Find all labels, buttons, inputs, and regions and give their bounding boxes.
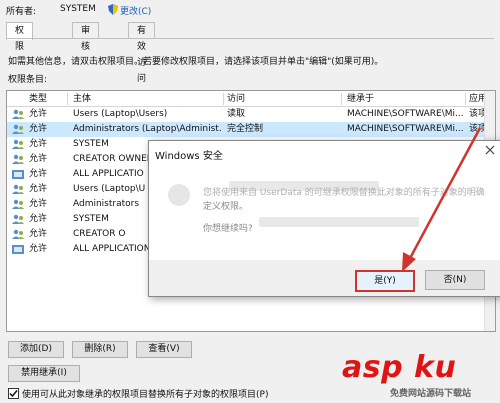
cell-type: 允许 [29, 124, 48, 134]
dialog-footer: 是(Y) 否(N) [149, 260, 500, 296]
user-group-icon [12, 229, 24, 239]
cell-principal: Users (Laptop\Users) [73, 109, 168, 119]
cell-type: 允许 [29, 229, 48, 239]
checkmark-icon [9, 390, 18, 398]
cell-type: 允许 [29, 109, 48, 119]
info-shield-icon [168, 184, 190, 206]
cell-principal: Administrators [73, 199, 140, 209]
cell-type: 允许 [29, 244, 48, 254]
cell-type: 允许 [29, 214, 48, 224]
cell-type: 允许 [29, 139, 48, 149]
blurred-text [259, 217, 419, 227]
yes-button[interactable]: 是(Y) [355, 270, 415, 292]
user-group-icon [12, 199, 24, 209]
table-header: 类型 主体 访问 继承于 应用于 [7, 91, 495, 107]
user-group-icon [12, 154, 24, 164]
replace-child-permissions-label: 使用可从此对象继承的权限项目替换所有子对象的权限项目(P) [22, 390, 269, 400]
dialog-message-line3: 你想继续吗? [203, 224, 253, 234]
uac-shield-icon [108, 4, 118, 15]
tab-auditing[interactable]: 审核 [72, 22, 100, 52]
info-text: 如需其他信息，请双击权限项目。若要修改权限项目，请选择该项目并单击"编辑"(如果… [8, 57, 384, 67]
column-header-access[interactable]: 访问 [223, 93, 342, 105]
owner-label: 所有者: [6, 7, 37, 17]
tab-effective-access[interactable]: 有效访问 [128, 22, 156, 84]
cell-principal: SYSTEM [73, 214, 109, 224]
cell-access: 完全控制 [227, 124, 264, 134]
no-button[interactable]: 否(N) [425, 270, 485, 290]
cell-type: 允许 [29, 169, 48, 179]
owner-value: SYSTEM [60, 4, 96, 14]
cell-principal: ALL APPLICATION [73, 244, 151, 254]
cell-type: 允许 [29, 184, 48, 194]
column-header-type[interactable]: 类型 [25, 93, 68, 105]
user-group-icon [12, 124, 24, 134]
app-package-icon [12, 170, 24, 179]
disable-inheritance-button[interactable]: 禁用继承(I) [8, 365, 80, 382]
dialog-message-line1: 您将使用来自 UserData 的可继承权限替换此对象的所有子对象的明确 [203, 188, 485, 198]
watermark-subtitle: 免费网站源码下载站 [390, 389, 472, 399]
user-group-icon [12, 184, 24, 194]
cell-type: 允许 [29, 154, 48, 164]
user-group-icon [12, 214, 24, 224]
watermark-logo: asp ku [342, 350, 457, 385]
view-button[interactable]: 查看(V) [136, 341, 192, 358]
replace-child-permissions-checkbox[interactable] [8, 388, 19, 399]
user-group-icon [12, 109, 24, 119]
cell-access: 读取 [227, 109, 246, 119]
close-icon[interactable] [483, 143, 497, 157]
add-button[interactable]: 添加(D) [8, 341, 64, 358]
dialog-message-line2: 定义权限。 [203, 202, 249, 212]
app-package-icon [12, 245, 24, 254]
cell-principal: CREATOR O [73, 229, 126, 239]
user-group-icon [12, 139, 24, 149]
table-row-selected[interactable]: 允许 Administrators (Laptop\Administ... 完全… [7, 122, 495, 137]
table-row[interactable]: 允许 Users (Laptop\Users) 读取 MACHINE\SOFTW… [7, 107, 495, 122]
cell-principal: Administrators (Laptop\Administ... [73, 124, 221, 134]
cell-inherited: MACHINE\SOFTWARE\Mi... [347, 109, 463, 119]
cell-type: 允许 [29, 199, 48, 209]
entries-label: 权限条目: [8, 75, 48, 85]
cell-inherited: MACHINE\SOFTWARE\Mi... [347, 124, 463, 134]
cell-principal: CREATOR OWNER [73, 154, 153, 164]
dialog-title: Windows 安全 [155, 151, 223, 162]
cell-principal: Users (Laptop\U [73, 184, 146, 194]
cell-principal: ALL APPLICATIO [73, 169, 144, 179]
windows-security-dialog: Windows 安全 您将使用来自 UserData 的可继承权限替换此对象的所… [148, 140, 500, 297]
cell-principal: SYSTEM [73, 139, 109, 149]
column-header-inherited-from[interactable]: 继承于 [343, 93, 466, 105]
tab-divider [6, 38, 494, 39]
change-owner-link[interactable]: 更改(C) [120, 4, 151, 17]
remove-button[interactable]: 删除(R) [72, 341, 128, 358]
column-header-principal[interactable]: 主体 [69, 93, 224, 105]
